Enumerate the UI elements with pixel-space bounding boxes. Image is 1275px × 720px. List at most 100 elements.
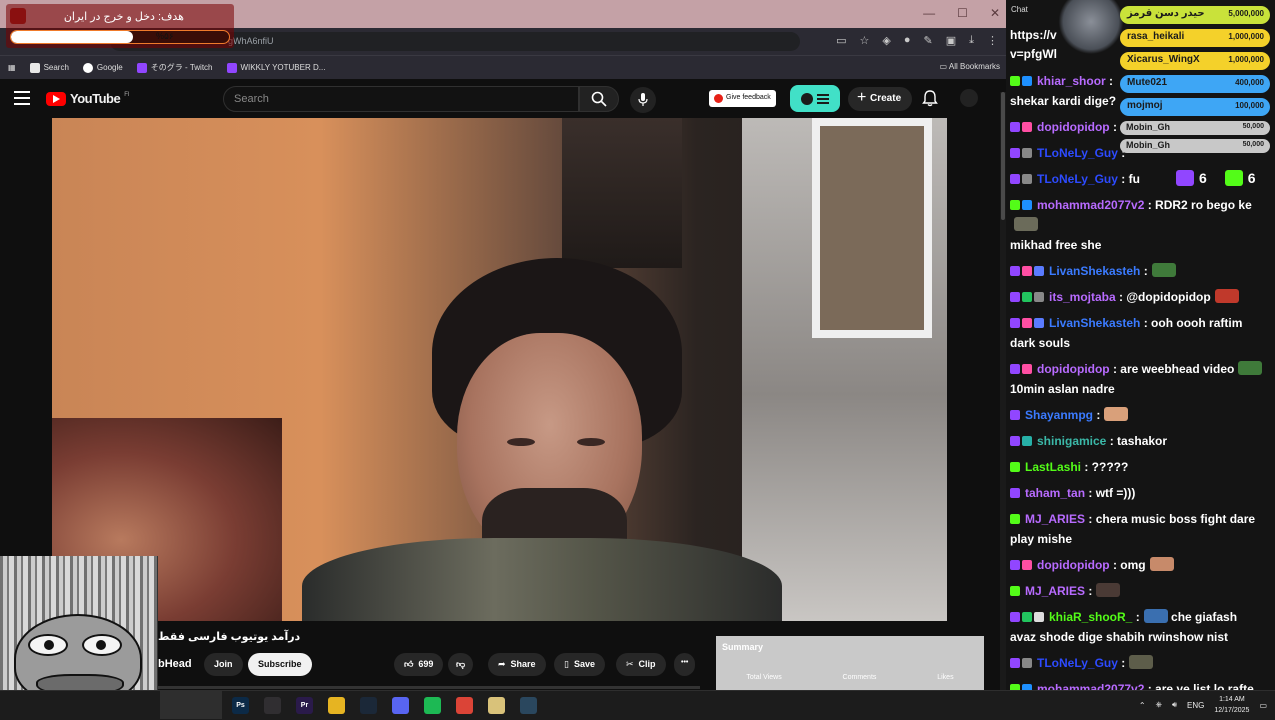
chat-text: : <box>1093 408 1101 422</box>
extension-record-icon[interactable]: ● <box>904 34 911 47</box>
horizontal-scrollbar[interactable] <box>158 686 700 689</box>
network-icon[interactable]: ⎈ <box>1156 700 1162 710</box>
save-button[interactable]: ▯ Save <box>554 653 605 676</box>
chat-emote-icon <box>1104 407 1129 421</box>
account-avatar[interactable] <box>960 89 978 107</box>
donor-name: Mobin_Gh <box>1126 140 1170 150</box>
folder-icon: ▭ <box>939 62 949 71</box>
more-actions-button[interactable]: ••• <box>674 653 696 676</box>
share-button[interactable]: ➦ Share <box>488 653 546 676</box>
bookmark-search[interactable]: Search <box>29 62 69 73</box>
all-bookmarks[interactable]: ▭ All Bookmarks <box>940 62 1000 71</box>
donor-entry: Mobin_Gh 50,000 <box>1120 121 1270 135</box>
cast-icon[interactable]: ▭ <box>836 34 846 47</box>
menu-icon[interactable] <box>14 91 30 105</box>
taskbar-photoshop-icon[interactable]: Ps <box>232 697 249 714</box>
chat-username[interactable]: shinigamice <box>1037 434 1106 448</box>
chat-username[interactable]: khiaR_shooR_ <box>1049 610 1132 624</box>
extension-button[interactable] <box>790 85 840 112</box>
taskbar-steam-icon[interactable] <box>360 697 377 714</box>
taskbar-search[interactable] <box>160 691 222 719</box>
create-button[interactable]: Create <box>848 87 913 111</box>
subscribe-button[interactable]: Subscribe <box>248 653 312 676</box>
chat-username[interactable]: mohammad2077v2 <box>1037 198 1144 212</box>
chat-username[interactable]: dopidopidop <box>1037 120 1110 134</box>
video-player[interactable] <box>52 118 947 621</box>
channel-name[interactable]: bHead <box>158 658 192 670</box>
chat-text: : <box>1132 610 1140 624</box>
taskbar-spotify-icon[interactable] <box>424 697 441 714</box>
minimize-button[interactable]: — <box>923 6 935 20</box>
chat-text: : fu <box>1117 172 1140 186</box>
chat-badge-icon <box>1022 318 1032 328</box>
taskbar-premiere-icon[interactable]: Pr <box>296 697 313 714</box>
voice-search-button[interactable] <box>630 87 656 113</box>
taskbar-discord-icon[interactable] <box>392 697 409 714</box>
bookmark-google[interactable]: Google <box>82 62 123 73</box>
chat-badge-icon <box>1010 364 1020 374</box>
chat-username[interactable]: dopidopidop <box>1037 362 1110 376</box>
thumbs-up-icon: 👍︎ <box>404 659 414 669</box>
give-feedback-button[interactable]: Give feedback <box>709 90 776 107</box>
taskbar-obs-icon[interactable] <box>264 697 281 714</box>
browser-menu-icon[interactable]: ⋮ <box>987 34 998 47</box>
notifications-bell-icon[interactable] <box>922 90 938 107</box>
taskbar-app-icon[interactable] <box>488 697 505 714</box>
notifications-icon[interactable]: ▭ <box>1259 701 1267 710</box>
streamer-avatar-overlay <box>1058 0 1124 54</box>
chat-badge-icon <box>1034 612 1044 622</box>
chat-overlay-link: https://v v=pfgWl <box>1010 28 1057 61</box>
maximize-button[interactable]: ☐ <box>957 6 968 20</box>
chat-username[interactable]: LastLashi <box>1025 460 1081 474</box>
dislike-button[interactable]: 👎︎ <box>448 653 474 676</box>
donor-entry: mojmoj 100,000 <box>1120 98 1270 116</box>
clip-button[interactable]: ✂ Clip <box>616 653 666 676</box>
donor-amount: 100,000 <box>1235 101 1264 110</box>
like-button[interactable]: 👍︎ 699 <box>394 653 444 676</box>
join-button[interactable]: Join <box>204 653 243 676</box>
save-icon: ▯ <box>564 659 569 669</box>
chat-text: : ooh oooh raftim <box>1140 316 1243 330</box>
chat-username[interactable]: LivanShekasteh <box>1049 316 1140 330</box>
chat-badge-icon <box>1010 612 1020 622</box>
chat-username[interactable]: TLoNeLy_Guy <box>1037 656 1118 670</box>
share-icon: ➦ <box>498 659 506 669</box>
clock[interactable]: 1:14 AM 12/17/2025 <box>1214 694 1249 716</box>
search-input[interactable]: Search <box>223 86 579 112</box>
chat-username[interactable]: MJ_ARIES <box>1025 584 1085 598</box>
taskbar-chrome-icon[interactable] <box>456 697 473 714</box>
chat-username[interactable]: khiar_shoor <box>1037 74 1106 88</box>
chat-username[interactable]: TLoNeLy_Guy <box>1037 146 1118 160</box>
volume-icon[interactable]: 🔊︎ <box>1172 700 1177 710</box>
chat-username[interactable]: LivanShekasteh <box>1049 264 1140 278</box>
chat-username[interactable]: mohammad2077v2 <box>1037 682 1144 690</box>
extensions-puzzle-icon[interactable]: ▣ <box>946 34 956 47</box>
chat-badge-icon <box>1010 514 1020 524</box>
search-button[interactable] <box>579 86 619 112</box>
chat-username[interactable]: TLoNeLy_Guy <box>1037 172 1118 186</box>
bookmark-twitch[interactable]: そのグラ - Twitch <box>136 62 213 73</box>
bookmark-weekly-youtuber[interactable]: WIKKLY YOTUBER D... <box>226 62 325 73</box>
extension-icon[interactable]: ✎ <box>924 34 933 47</box>
goal-title: هدف: دخل و خرج در ایران <box>63 11 184 23</box>
donor-amount: 5,000,000 <box>1228 9 1264 18</box>
chat-username[interactable]: dopidopidop <box>1037 558 1110 572</box>
bookmark-star-icon[interactable]: ☆ <box>860 34 870 47</box>
close-button[interactable]: ✕ <box>990 6 1000 20</box>
chat-username[interactable]: Shayanmpg <box>1025 408 1093 422</box>
youtube-play-icon <box>46 91 66 106</box>
twitch-icon <box>1176 170 1194 186</box>
system-tray: ⌃ ⎈ 🔊︎ ENG 1:14 AM 12/17/2025 ▭ <box>1139 694 1267 716</box>
donor-entry: Xicarus_WingX 1,000,000 <box>1120 52 1270 70</box>
youtube-logo[interactable]: YouTube FI <box>46 91 130 106</box>
extension-shield-icon[interactable]: ◈ <box>882 34 890 47</box>
chat-username[interactable]: its_mojtaba <box>1049 290 1116 304</box>
download-icon[interactable]: ⤓ <box>969 34 974 47</box>
chat-username[interactable]: MJ_ARIES <box>1025 512 1085 526</box>
apps-grid-icon[interactable]: ▦ <box>8 63 16 72</box>
taskbar-explorer-icon[interactable] <box>328 697 345 714</box>
chat-username[interactable]: taham_tan <box>1025 486 1085 500</box>
tray-chevron-icon[interactable]: ⌃ <box>1139 701 1146 710</box>
language-indicator[interactable]: ENG <box>1187 701 1204 710</box>
taskbar-steam2-icon[interactable] <box>520 697 537 714</box>
